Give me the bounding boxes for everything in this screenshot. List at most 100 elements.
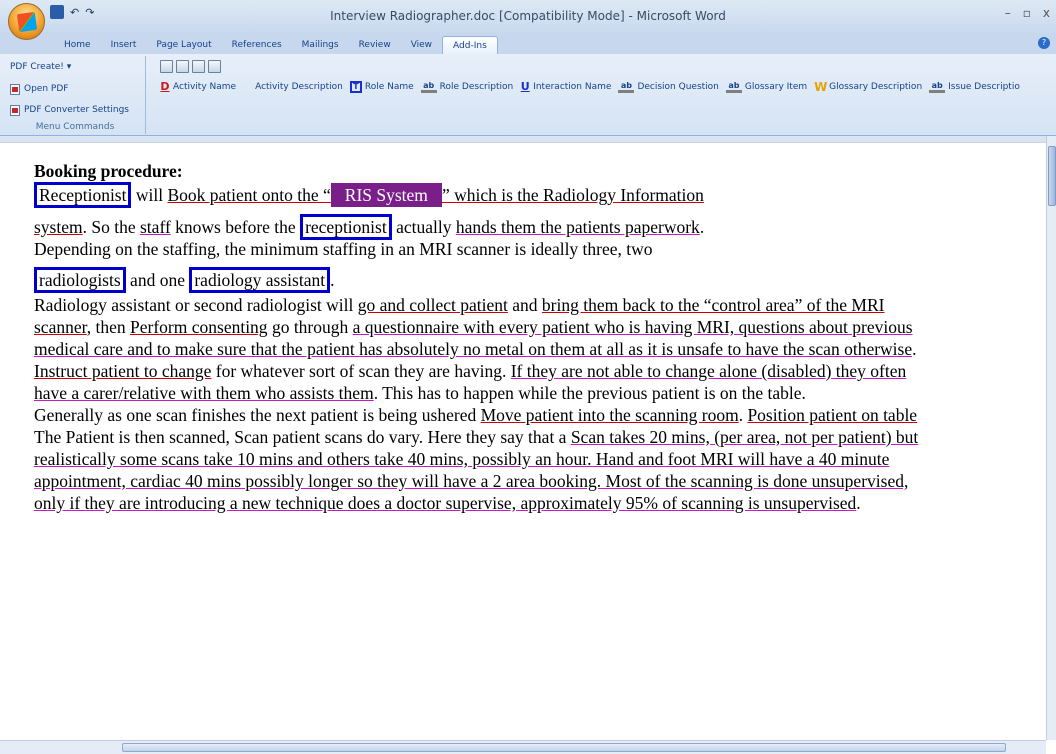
w-icon: W [814, 80, 828, 94]
document-body[interactable]: Booking procedure: Receptionist will Boo… [34, 160, 934, 514]
text: The Patient is then scanned, Scan patien… [34, 427, 571, 447]
paragraph: Generally as one scan finishes the next … [34, 404, 934, 426]
pdf-converter-settings-button[interactable]: PDF Converter Settings [10, 103, 129, 117]
button-label: Role Description [439, 82, 514, 92]
button-label: Interaction Name [533, 82, 612, 92]
button-label: Activity Name [173, 82, 237, 92]
decision-question-button[interactable]: ab Decision Question [618, 81, 719, 93]
text: . So the [82, 217, 140, 237]
text: knows before the [170, 217, 301, 237]
scroll-thumb[interactable] [1048, 146, 1056, 206]
role-tag: radiologists [34, 267, 126, 293]
group-label: Menu Commands [35, 122, 115, 132]
text: will [131, 185, 168, 205]
role-description-button[interactable]: ab Role Description [420, 81, 514, 93]
t-box-icon: T [349, 81, 362, 93]
glossary-description-button[interactable]: W Glossary Description [814, 81, 922, 93]
activity-text: Book patient onto the “ [167, 185, 331, 205]
addin-tool-icon[interactable] [192, 60, 205, 73]
pdf-icon [10, 104, 20, 116]
ab-highlight-icon: ab [420, 81, 437, 93]
tab-view[interactable]: View [401, 36, 442, 54]
button-label: Issue Descriptio [948, 82, 1020, 92]
ab-highlight-icon: ab [618, 81, 635, 93]
addin-icon-row [160, 60, 221, 73]
tab-page-layout[interactable]: Page Layout [146, 36, 221, 54]
window-controls: – ▫ x [1005, 6, 1050, 20]
tab-home[interactable]: Home [54, 36, 101, 54]
converter-settings-label: PDF Converter Settings [24, 105, 129, 115]
issue-description-button[interactable]: ab Issue Descriptio [929, 81, 1020, 93]
ab-highlight-icon: ab [725, 81, 742, 93]
pdf-create-button[interactable]: PDF Create! ▾ [10, 60, 71, 74]
text: staff [140, 217, 171, 237]
interaction-name-button[interactable]: U Interaction Name [520, 80, 612, 93]
text: and [507, 295, 542, 315]
text: and one [125, 270, 190, 290]
addin-tool-icon[interactable] [176, 60, 189, 73]
role-tag: receptionist [300, 214, 392, 240]
open-pdf-label: Open PDF [24, 84, 69, 94]
custom-toolbar: D Activity Name Activity Description T Rol… [160, 81, 1027, 93]
office-button[interactable] [8, 3, 45, 40]
activity-text: Instruct patient to change [34, 361, 212, 381]
u-icon: U [520, 80, 530, 93]
scroll-thumb[interactable] [122, 743, 1006, 752]
button-label: Activity Description [255, 82, 343, 92]
doc-heading: Booking procedure: [34, 161, 183, 181]
button-label: Role Name [364, 82, 414, 92]
activity-text: hands them the patients paperwork [455, 217, 700, 237]
text: . This has to happen while the previous … [373, 383, 806, 403]
activity-description-button[interactable]: Activity Description [255, 82, 343, 92]
document-area[interactable]: Booking procedure: Receptionist will Boo… [0, 142, 1046, 740]
button-label: Decision Question [637, 82, 719, 92]
text: . [699, 217, 705, 237]
paragraph: The Patient is then scanned, Scan patien… [34, 426, 934, 514]
tab-add-ins[interactable]: Add-Ins [442, 36, 498, 54]
tab-mailings[interactable]: Mailings [292, 36, 349, 54]
activity-text: ” which is the Radiology Information [441, 185, 704, 205]
paragraph: Depending on the staffing, the minimum s… [34, 239, 653, 259]
addin-tool-icon[interactable] [208, 60, 221, 73]
button-label: Glossary Item [744, 82, 808, 92]
tab-review[interactable]: Review [349, 36, 401, 54]
ribbon-tabs: Home Insert Page Layout References Maili… [0, 34, 1056, 54]
help-icon[interactable]: ? [1038, 37, 1050, 49]
minimize-button[interactable]: – [1005, 6, 1011, 20]
vertical-scrollbar[interactable] [1046, 136, 1056, 740]
window-title: Interview Radiographer.doc [Compatibilit… [330, 9, 726, 23]
pdf-create-label: PDF Create! ▾ [10, 62, 72, 72]
paragraph: Receptionist will Book patient onto the … [34, 182, 934, 208]
text: for whatever sort of scan they are havin… [211, 361, 511, 381]
menu-commands-group: PDF Create! ▾ Open PDF PDF Converter Set… [4, 56, 146, 134]
paragraph: system. So the staff knows before the re… [34, 214, 934, 240]
role-name-button[interactable]: T Role Name [349, 81, 414, 93]
text: system [34, 217, 83, 237]
text: Radiology assistant or second radiologis… [34, 295, 358, 315]
activity-text: go and collect patient [357, 295, 508, 315]
open-pdf-button[interactable]: Open PDF [10, 82, 68, 96]
text: . [912, 339, 917, 359]
glossary-highlight: RIS System [330, 183, 442, 207]
ribbon: PDF Create! ▾ Open PDF PDF Converter Set… [0, 54, 1056, 136]
addin-tool-icon[interactable] [160, 60, 173, 73]
paragraph: Radiology assistant or second radiologis… [34, 294, 934, 404]
restore-button[interactable]: ▫ [1023, 6, 1031, 20]
activity-name-button[interactable]: D Activity Name [160, 81, 236, 93]
text: . [330, 270, 335, 290]
activity-text: Position patient on table [747, 405, 918, 425]
glossary-item-button[interactable]: ab Glossary Item [725, 81, 808, 93]
tab-insert[interactable]: Insert [101, 36, 147, 54]
tab-references[interactable]: References [222, 36, 292, 54]
activity-text: Move patient into the scanning room [480, 405, 739, 425]
pdf-icon [10, 83, 20, 95]
button-label: Glossary Description [829, 82, 923, 92]
horizontal-scrollbar[interactable] [0, 740, 1046, 754]
ab-highlight-icon: ab [929, 81, 946, 93]
close-button[interactable]: x [1043, 6, 1050, 20]
d-icon: D [160, 80, 170, 93]
office-logo-icon [16, 11, 37, 32]
text: , then [86, 317, 131, 337]
text: . [856, 493, 861, 513]
text: Generally as one scan finishes the next … [34, 405, 481, 425]
